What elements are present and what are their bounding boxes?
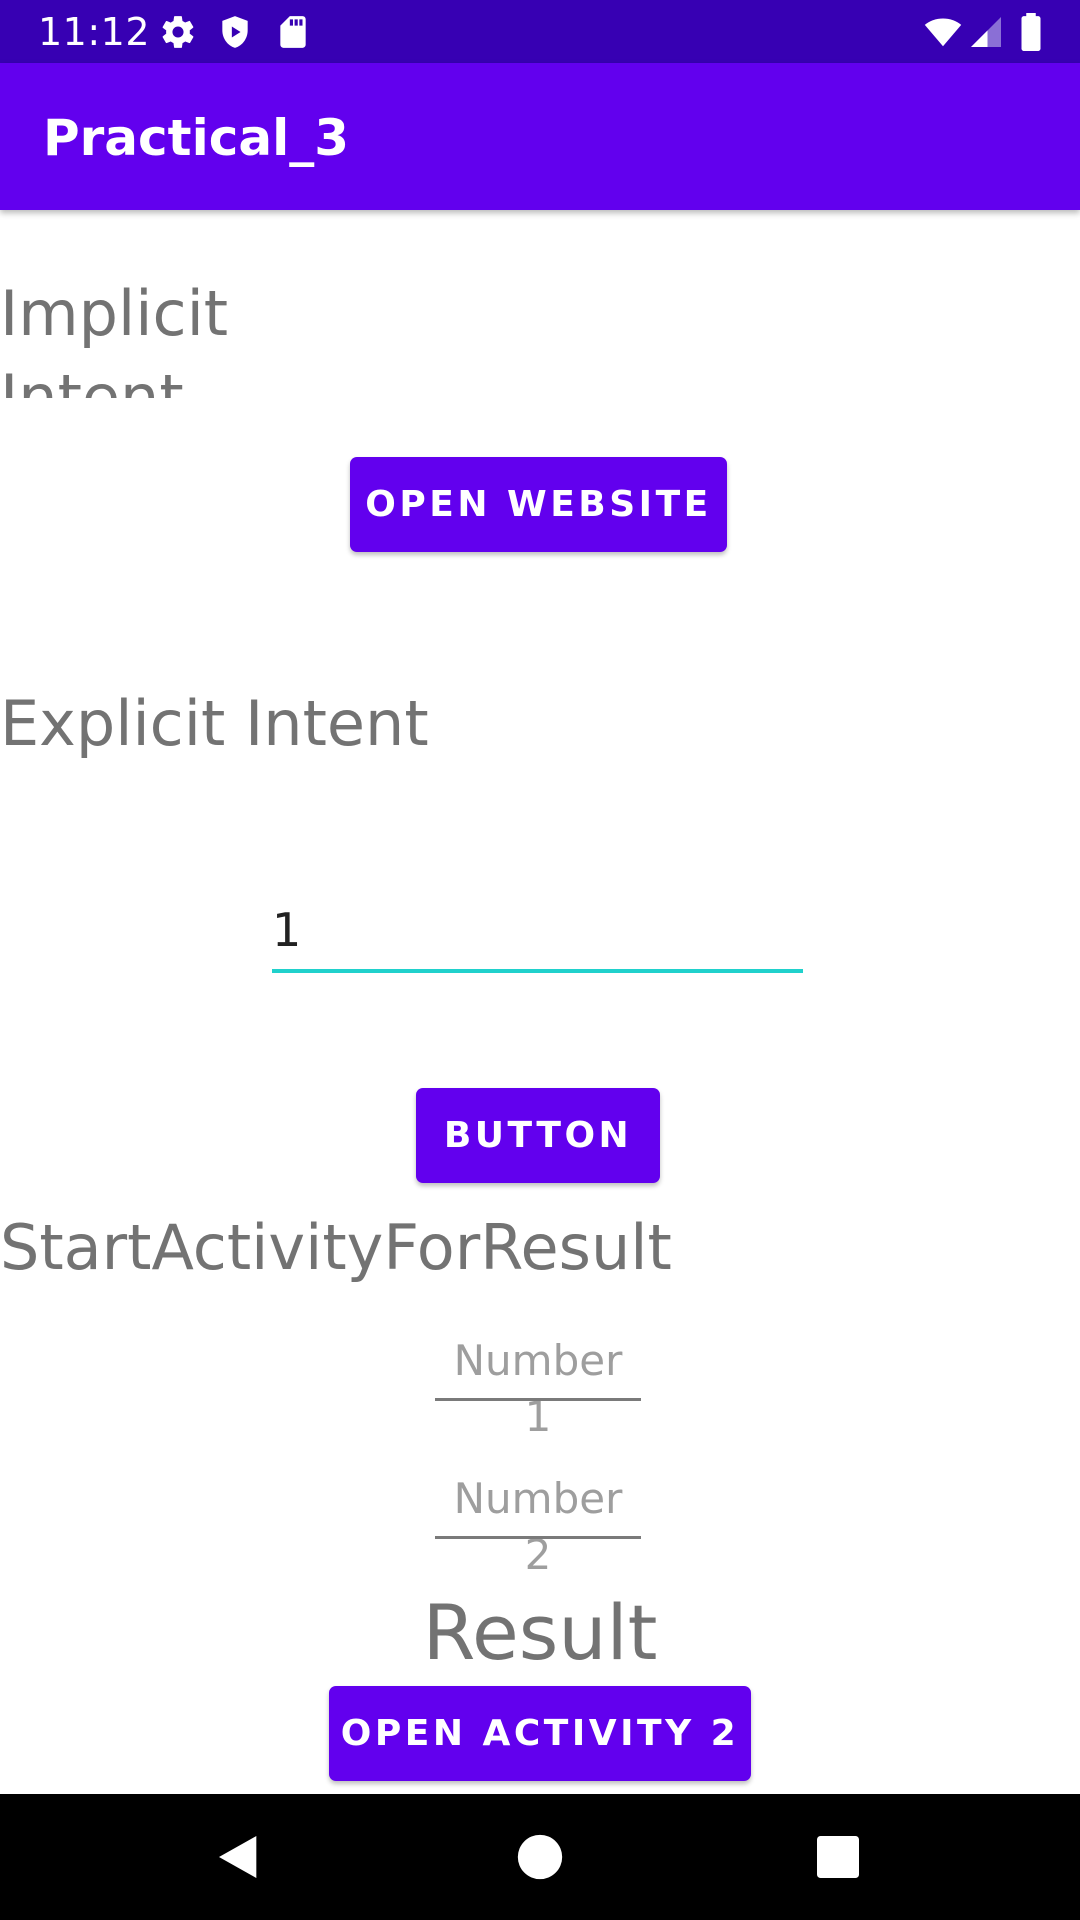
result-text: Result (422, 1588, 658, 1677)
input-underline-active (272, 969, 803, 973)
explicit-intent-button[interactable]: BUTTON (416, 1088, 660, 1183)
implicit-intent-label-container: Implicit Intent (0, 270, 400, 572)
cell-signal-icon (968, 13, 1004, 51)
implicit-intent-label: Implicit Intent (0, 270, 240, 398)
recents-icon[interactable] (810, 1829, 866, 1885)
explicit-intent-label: Explicit Intent (0, 687, 429, 760)
implicit-label-line1: Implicit (0, 277, 229, 350)
battery-icon (1016, 13, 1046, 51)
main-content: Implicit Intent OPEN WEBSITE Explicit In… (0, 210, 1080, 1794)
implicit-label-line2: Intent (0, 361, 184, 398)
open-activity-2-button[interactable]: OPEN ACTIVITY 2 (329, 1686, 751, 1781)
sd-card-icon (274, 13, 312, 51)
number2-placeholder: Number 2 (453, 1474, 623, 1579)
status-bar: 11:12 (0, 0, 1080, 63)
navigation-bar (0, 1794, 1080, 1920)
explicit-intent-input[interactable]: 1 (272, 900, 803, 973)
home-icon[interactable] (512, 1829, 568, 1885)
number1-field[interactable]: Number 1 (435, 1333, 641, 1441)
explicit-input-value: 1 (272, 903, 302, 957)
start-activity-for-result-label: StartActivityForResult (0, 1211, 672, 1284)
number2-field[interactable]: Number 2 (435, 1471, 641, 1579)
number1-underline (435, 1398, 641, 1401)
open-website-button[interactable]: OPEN WEBSITE (350, 457, 727, 552)
number2-underline (435, 1536, 641, 1539)
wifi-icon (922, 13, 964, 51)
app-bar: Practical_3 (0, 63, 1080, 210)
status-time: 11:12 (38, 10, 151, 54)
app-title: Practical_3 (43, 109, 350, 167)
gear-icon (159, 13, 197, 51)
number1-placeholder: Number 1 (453, 1336, 623, 1441)
shield-icon (216, 13, 254, 51)
back-icon[interactable] (212, 1829, 268, 1885)
